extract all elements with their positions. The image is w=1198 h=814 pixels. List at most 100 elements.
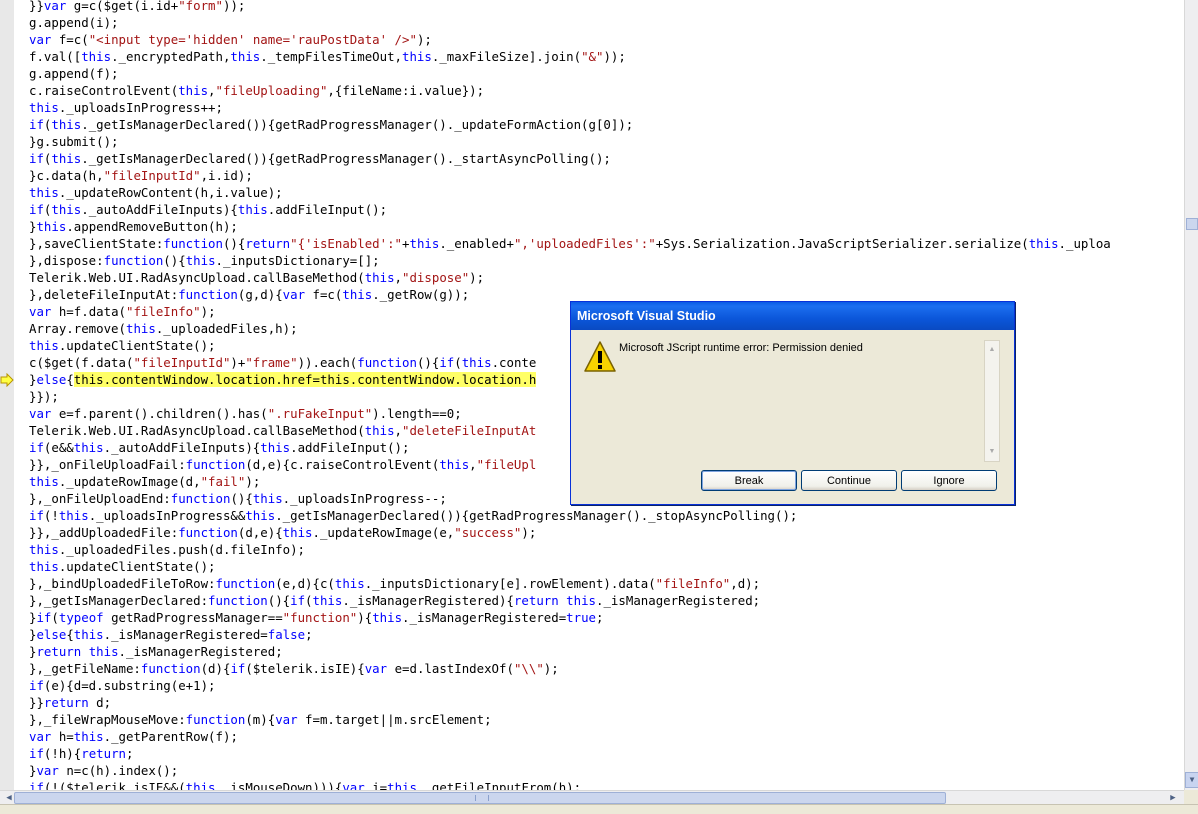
ignore-button[interactable]: Ignore	[901, 470, 997, 491]
code-line[interactable]: var h=this._getParentRow(f);	[29, 728, 238, 745]
code-token: this	[73, 440, 104, 455]
code-line[interactable]: }else{this.contentWindow.location.href=t…	[29, 371, 537, 388]
code-token: ._getRow(g));	[372, 287, 470, 302]
code-token: (e){d=d.substring(e+1);	[43, 678, 216, 693]
code-token: ._uploadedFiles,h);	[155, 321, 298, 336]
code-token: this	[29, 100, 59, 115]
code-line[interactable]: Telerik.Web.UI.RadAsyncUpload.callBaseMe…	[29, 422, 536, 439]
code-token: ._uploa	[1058, 236, 1111, 251]
code-token: "{'isEnabled':"	[290, 236, 403, 251]
code-line[interactable]: this.updateClientState();	[29, 558, 216, 575]
code-line[interactable]: this.updateClientState();	[29, 337, 216, 354]
code-line[interactable]: if(this._getIsManagerDeclared()){getRadP…	[29, 116, 633, 133]
scroll-down-arrow-icon[interactable]: ▼	[1185, 772, 1198, 788]
code-line[interactable]: },_bindUploadedFileToRow:function(e,d){c…	[29, 575, 760, 592]
code-token: if	[29, 508, 44, 523]
code-line[interactable]: if(!($telerik.isIE&&(this._isMouseDown))…	[29, 779, 581, 790]
code-line[interactable]: }return this._isManagerRegistered;	[29, 643, 283, 660]
vertical-scroll-thumb[interactable]	[1186, 218, 1198, 230]
code-line[interactable]: },_getFileName:function(d){if($telerik.i…	[29, 660, 559, 677]
code-line[interactable]: },saveClientState:function(){return"{'is…	[29, 235, 1111, 252]
code-token: "fileInputId"	[103, 168, 201, 183]
code-line[interactable]: },_onFileUploadEnd:function(){this._uplo…	[29, 490, 447, 507]
scroll-right-arrow-icon[interactable]: ▶	[1166, 791, 1180, 805]
code-line[interactable]: }},_addUploadedFile:function(d,e){this._…	[29, 524, 536, 541]
code-line[interactable]: if(this._getIsManagerDeclared()){getRadP…	[29, 150, 611, 167]
code-line[interactable]: },dispose:function(){this._inputsDiction…	[29, 252, 380, 269]
code-token: (	[305, 593, 313, 608]
code-token: this	[237, 202, 268, 217]
code-line[interactable]: },_getIsManagerDeclared:function(){if(th…	[29, 592, 760, 609]
code-token: "fileInfo"	[126, 304, 201, 319]
code-line[interactable]: if(e&&this._autoAddFileInputs){this.addF…	[29, 439, 409, 456]
code-line[interactable]: g.append(f);	[29, 65, 119, 82]
code-line[interactable]: if(!h){return;	[29, 745, 133, 762]
code-token: if	[230, 661, 246, 676]
horizontal-scrollbar[interactable]: ◀ ▶	[0, 790, 1184, 805]
dialog-title-bar[interactable]: Microsoft Visual Studio	[571, 302, 1014, 330]
code-token: {	[66, 372, 74, 387]
code-line[interactable]: },deleteFileInputAt:function(g,d){var f=…	[29, 286, 469, 303]
editor-gutter[interactable]	[0, 0, 15, 790]
message-scrollbar[interactable]: ▲ ▼	[984, 340, 1000, 462]
code-line[interactable]: if(this._autoAddFileInputs){this.addFile…	[29, 201, 387, 218]
code-token: (!	[43, 508, 59, 523]
code-token: else	[36, 372, 67, 387]
code-line[interactable]: this._uploadsInProgress++;	[29, 99, 223, 116]
continue-button[interactable]: Continue	[801, 470, 897, 491]
code-token: {	[66, 627, 74, 642]
code-token: if	[29, 780, 44, 790]
code-line[interactable]: var e=f.parent().children().has(".ruFake…	[29, 405, 462, 422]
code-token: }},_addUploadedFile:	[29, 525, 179, 540]
code-token: .updateClientState();	[58, 338, 216, 353]
code-token: this	[342, 287, 373, 302]
code-line[interactable]: this._updateRowImage(d,"fail");	[29, 473, 260, 490]
code-line[interactable]: }if(typeof getRadProgressManager=="funct…	[29, 609, 603, 626]
scroll-up-icon[interactable]: ▲	[986, 343, 998, 357]
code-token: f=m.target||m.srcElement;	[297, 712, 492, 727]
code-line[interactable]: c.raiseControlEvent(this,"fileUploading"…	[29, 82, 484, 99]
code-line[interactable]: }}return d;	[29, 694, 111, 711]
code-token: this	[81, 49, 112, 64]
vertical-scrollbar[interactable]: ▼	[1184, 0, 1198, 790]
code-token: ._maxFileSize].join(	[431, 49, 582, 64]
scroll-down-icon[interactable]: ▼	[986, 445, 998, 459]
code-line[interactable]: },_fileWrapMouseMove:function(m){var f=m…	[29, 711, 492, 728]
code-token: true	[566, 610, 597, 625]
code-token: this	[73, 729, 104, 744]
code-token: this	[29, 559, 59, 574]
code-line[interactable]: Telerik.Web.UI.RadAsyncUpload.callBaseMe…	[29, 269, 484, 286]
code-line[interactable]: }});	[29, 388, 59, 405]
break-button[interactable]: Break	[701, 470, 797, 491]
code-line[interactable]: }g.submit();	[29, 133, 119, 150]
code-token: h=f.data(	[51, 304, 126, 319]
code-line[interactable]: f.val([this._encryptedPath,this._tempFil…	[29, 48, 626, 65]
code-line[interactable]: }c.data(h,"fileInputId",i.id);	[29, 167, 253, 184]
code-line[interactable]: if(e){d=d.substring(e+1);	[29, 677, 216, 694]
error-dialog: Microsoft Visual Studio Microsoft JScrip…	[570, 301, 1015, 505]
code-line[interactable]: }else{this._isManagerRegistered=false;	[29, 626, 313, 643]
code-token: "<input type='hidden' name='rauPostData'…	[88, 32, 417, 47]
code-line[interactable]: var h=f.data("fileInfo");	[29, 303, 216, 320]
code-line[interactable]: }var n=c(h).index();	[29, 762, 178, 779]
code-token: this	[439, 457, 470, 472]
code-token: var	[275, 712, 298, 727]
arrow-icon	[0, 373, 14, 387]
code-line[interactable]: }}var g=c($get(i.id+"form"));	[29, 0, 245, 14]
code-token: e=f.parent().children().has(	[51, 406, 268, 421]
code-line[interactable]: c($get(f.data("fileInputId")+"frame")).e…	[29, 354, 536, 371]
code-line[interactable]: g.append(i);	[29, 14, 119, 31]
code-token: (d,e){c.raiseControlEvent(	[245, 457, 440, 472]
code-line[interactable]: this._uploadedFiles.push(d.fileInfo);	[29, 541, 305, 558]
code-token: ._inputsDictionary[e].rowElement).data(	[364, 576, 656, 591]
grip-icon	[475, 795, 489, 801]
code-token: this	[58, 508, 89, 523]
code-line[interactable]: Array.remove(this._uploadedFiles,h);	[29, 320, 298, 337]
code-line[interactable]: }this.appendRemoveButton(h);	[29, 218, 238, 235]
code-line[interactable]: if(!this._uploadsInProgress&&this._getIs…	[29, 507, 797, 524]
code-line[interactable]: this._updateRowContent(h,i.value);	[29, 184, 283, 201]
code-token: return	[36, 644, 82, 659]
horizontal-scroll-thumb[interactable]	[14, 792, 946, 804]
code-line[interactable]: var f=c("<input type='hidden' name='rauP…	[29, 31, 432, 48]
code-line[interactable]: }},_onFileUploadFail:function(d,e){c.rai…	[29, 456, 536, 473]
